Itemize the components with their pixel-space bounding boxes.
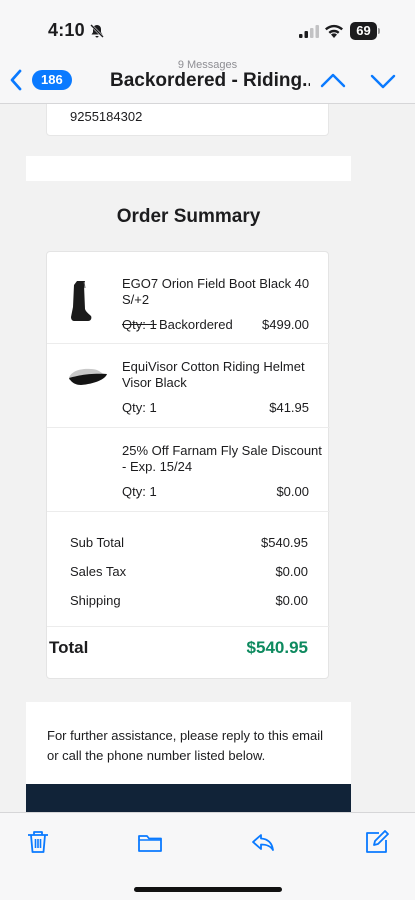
folder-icon[interactable] [137,829,163,855]
sales-tax-value: $0.00 [275,564,308,579]
reply-icon[interactable] [250,829,276,855]
shipping-value: $0.00 [275,593,308,608]
riding-boot-icon [71,281,92,321]
subtotal-label: Sub Total [70,535,124,550]
assistance-text: For further assistance, please reply to … [47,728,324,763]
item-quantity: Qty: 1 [122,484,157,499]
totals-divider [47,626,330,627]
order-summary-title: Order Summary [116,206,261,227]
email-footer [26,784,351,812]
email-body: 9255184302 Order Summary EGO7 Orion Fiel… [26,104,351,812]
item-price: $0.00 [276,484,309,499]
item-name: EquiVisor Cotton Riding Helmet Visor Bla… [122,359,305,390]
mail-toolbar [0,812,415,900]
back-chevron-icon[interactable] [8,68,24,92]
thread-title: Backordered - Riding... [110,70,310,91]
section-divider [26,156,351,181]
item-quantity: Qty: 1 [122,400,157,415]
item-price: $499.00 [262,317,309,332]
order-summary-card: EGO7 Orion Field Boot Black 40 S/+2 Qty:… [46,251,330,679]
next-message-icon[interactable] [370,70,396,92]
back-unread-badge[interactable]: 186 [32,70,72,90]
item-name: EGO7 Orion Field Boot Black 40 S/+2 [122,276,310,307]
message-content[interactable]: 9255184302 Order Summary EGO7 Orion Fiel… [0,104,415,812]
shipping-label: Shipping [70,593,121,608]
item-quantity: Qty: 1 [122,317,157,332]
total-value: $540.95 [246,638,308,657]
order-item: EquiVisor Cotton Riding Helmet Visor Bla… [47,344,330,428]
contact-card: 9255184302 [46,104,329,136]
compose-icon[interactable] [364,829,390,855]
order-item: 25% Off Farnam Fly Sale Discount - Exp. … [47,428,330,512]
item-price: $41.95 [269,400,309,415]
assistance-section: For further assistance, please reply to … [26,702,351,784]
order-item: EGO7 Orion Field Boot Black 40 S/+2 Qty:… [47,252,330,344]
total-label: Total [49,638,89,657]
wifi-icon [325,24,343,38]
item-name: 25% Off Farnam Fly Sale Discount - Exp. … [122,443,322,474]
previous-message-icon[interactable] [320,70,346,92]
bell-muted-icon [90,24,104,38]
cellular-signal-icon [299,25,319,38]
status-time: 4:10 [48,20,85,40]
helmet-visor-icon [69,368,107,385]
home-indicator[interactable] [134,887,282,892]
trash-icon[interactable] [25,829,51,855]
battery-indicator: 69 [350,22,380,40]
backorder-status: Backordered [159,317,233,332]
phone-number[interactable]: 9255184302 [70,109,142,124]
status-bar: 4:10 69 [0,0,415,58]
mail-nav-bar: 9 Messages 186 Backordered - Riding... [0,58,415,104]
battery-level: 69 [356,23,371,38]
sales-tax-label: Sales Tax [70,564,127,579]
subtotal-value: $540.95 [261,535,308,550]
